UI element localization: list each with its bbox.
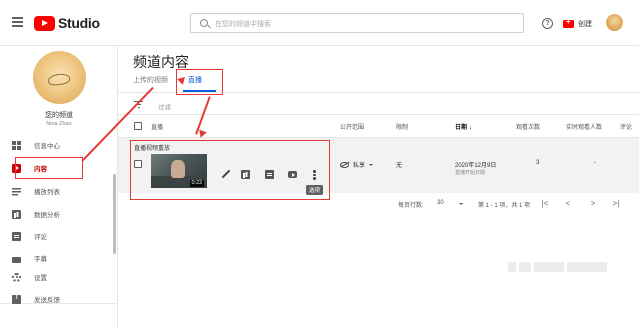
sidebar-scrollbar[interactable] bbox=[113, 174, 116, 254]
tab-uploads[interactable]: 上传的视频 bbox=[133, 75, 168, 85]
sort-arrow-icon: ↓ bbox=[468, 125, 472, 131]
sidebar-item-analytics[interactable]: 数据分析 bbox=[0, 204, 117, 224]
sidebar-item-label: 字幕 bbox=[34, 256, 47, 263]
analytics-icon bbox=[12, 209, 21, 219]
comments-icon bbox=[12, 231, 21, 241]
date-value: 2020年12月9日 bbox=[455, 163, 497, 169]
rows-per-page-select[interactable]: 30 bbox=[437, 200, 444, 206]
annotation-line bbox=[195, 96, 211, 135]
column-header-live-viewers: 实时观看人数 bbox=[566, 125, 603, 131]
sidebar-item-label: 播放列表 bbox=[34, 189, 60, 196]
sidebar-item-label: 评论 bbox=[34, 234, 47, 241]
column-header-visibility: 公开范围 bbox=[340, 125, 365, 131]
column-header-comments: 评论 bbox=[620, 125, 633, 131]
sidebar-item-feedback[interactable]: 发送反馈 bbox=[0, 289, 117, 309]
rows-per-page-label: 每页行数: bbox=[398, 203, 424, 209]
sidebar-item-comments[interactable]: 评论 bbox=[0, 226, 117, 246]
caret-down-icon bbox=[459, 203, 463, 205]
search-placeholder: 在您的频道中搜索 bbox=[215, 21, 271, 28]
column-header-date-label: 日期 bbox=[455, 125, 468, 131]
visibility-dropdown[interactable]: 私享 bbox=[340, 160, 374, 169]
watermark bbox=[508, 262, 628, 276]
annotation-box-content bbox=[15, 157, 83, 179]
logo-text: Studio bbox=[58, 15, 100, 31]
menu-icon[interactable] bbox=[12, 17, 23, 27]
visibility-label: 私享 bbox=[353, 163, 366, 169]
heart-drawing bbox=[47, 72, 71, 87]
column-header-restrictions: 限制 bbox=[396, 125, 409, 131]
account-avatar[interactable] bbox=[606, 14, 623, 31]
last-page-button[interactable]: >| bbox=[611, 199, 621, 209]
channel-label: 您的频道 bbox=[45, 112, 73, 119]
eye-off-icon bbox=[340, 161, 349, 168]
search-icon bbox=[200, 19, 208, 27]
select-all-checkbox[interactable] bbox=[134, 122, 142, 130]
top-bar: Studio 在您的频道中搜索 ? 创建 bbox=[0, 0, 639, 46]
column-header-date[interactable]: 日期 ↓ bbox=[455, 122, 472, 131]
create-video-icon bbox=[563, 17, 574, 28]
pagination-range: 第 1 - 1 项，共 1 项 bbox=[478, 203, 531, 209]
sidebar-item-label: 数据分析 bbox=[34, 212, 60, 219]
sidebar-item-label: 发送反馈 bbox=[34, 297, 60, 304]
help-icon[interactable]: ? bbox=[542, 18, 553, 29]
restriction-value: 无 bbox=[396, 163, 403, 169]
sidebar-item-dashboard[interactable]: 信息中心 bbox=[0, 135, 117, 155]
search-input[interactable]: 在您的频道中搜索 bbox=[190, 13, 524, 33]
prev-page-button[interactable]: < bbox=[563, 199, 573, 209]
channel-name: Nina Zhao bbox=[46, 121, 72, 127]
annotation-box-video-row bbox=[130, 140, 330, 200]
date-caption: 直播开始日期 bbox=[455, 170, 486, 176]
create-label: 创建 bbox=[578, 20, 592, 28]
sidebar: 您的频道 Nina Zhao 信息中心 内容 播放列表 数据分析 评论 字幕 设… bbox=[0, 46, 118, 328]
sidebar-item-subtitles[interactable]: 字幕 bbox=[0, 248, 117, 268]
sidebar-item-label: 信息中心 bbox=[34, 143, 60, 150]
sidebar-item-playlists[interactable]: 播放列表 bbox=[0, 181, 117, 201]
youtube-logo-icon bbox=[34, 15, 55, 31]
create-button[interactable]: 创建 bbox=[563, 15, 598, 32]
views-value: 3 bbox=[536, 160, 540, 166]
caret-down-icon bbox=[369, 163, 374, 166]
sidebar-item-label: 设置 bbox=[34, 275, 47, 282]
first-page-button[interactable]: |< bbox=[540, 199, 550, 209]
feedback-icon bbox=[12, 294, 21, 304]
filter-input[interactable]: 过滤 bbox=[158, 101, 171, 111]
dashboard-icon bbox=[12, 140, 21, 150]
subtitles-icon bbox=[12, 256, 21, 263]
live-viewers-value: - bbox=[594, 160, 596, 166]
filter-divider bbox=[118, 114, 639, 115]
gear-icon bbox=[12, 272, 21, 282]
column-header-views: 观看次数 bbox=[516, 125, 541, 131]
next-page-button[interactable]: > bbox=[588, 199, 598, 209]
channel-avatar[interactable] bbox=[33, 51, 86, 104]
playlist-icon bbox=[12, 186, 21, 196]
column-header-live: 直播 bbox=[151, 125, 164, 131]
sidebar-item-settings[interactable]: 设置 bbox=[0, 267, 117, 287]
studio-logo[interactable]: Studio bbox=[34, 14, 100, 32]
